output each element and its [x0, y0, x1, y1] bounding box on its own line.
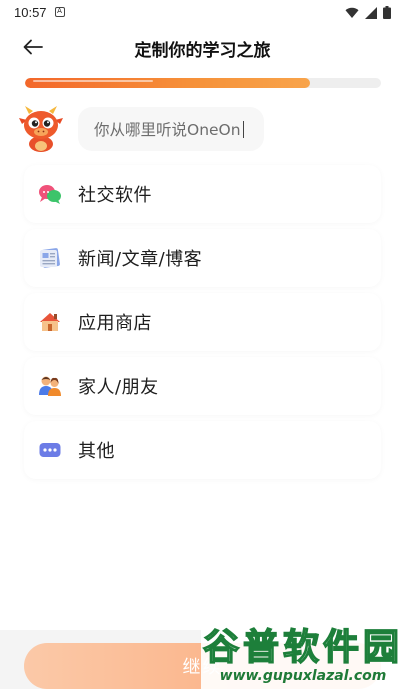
- signal-icon: [365, 6, 377, 19]
- option-label: 社交软件: [78, 185, 152, 206]
- notification-icon: A: [54, 7, 65, 17]
- option-label: 应用商店: [78, 313, 152, 334]
- progress-shine: [33, 80, 153, 82]
- page-title: 定制你的学习之旅: [134, 41, 271, 61]
- more-dots-icon: [38, 438, 62, 462]
- watermark-url: www.gupuxlazal.com: [219, 668, 387, 684]
- wifi-icon: [345, 7, 359, 18]
- option-other[interactable]: 其他: [24, 421, 381, 479]
- option-news-articles-blogs[interactable]: 新闻/文章/博客: [24, 229, 381, 287]
- progress-fill: [25, 78, 310, 88]
- question-text: 你从哪里听说OneOn: [94, 121, 241, 139]
- chat-bubbles-icon: [38, 182, 62, 206]
- option-app-store[interactable]: 应用商店: [24, 293, 381, 351]
- dragon-mascot-icon: [19, 104, 63, 152]
- status-icons: [345, 6, 391, 19]
- option-social-apps[interactable]: 社交软件: [24, 165, 381, 223]
- status-time: 10:57: [14, 4, 47, 20]
- progress-bar: [25, 78, 381, 88]
- option-label: 其他: [78, 441, 115, 462]
- newspaper-icon: [38, 246, 62, 270]
- question-bubble: 你从哪里听说OneOn: [78, 107, 264, 151]
- option-family-friends[interactable]: 家人/朋友: [24, 357, 381, 415]
- typing-caret: [242, 120, 245, 138]
- family-icon: [38, 374, 62, 398]
- option-label: 新闻/文章/博客: [78, 249, 203, 270]
- house-icon: [38, 310, 62, 334]
- battery-icon: [383, 6, 391, 19]
- option-label: 家人/朋友: [78, 377, 159, 398]
- status-bar: 10:57 A: [0, 0, 405, 24]
- top-bar: 定制你的学习之旅: [0, 30, 405, 64]
- watermark-title: 谷普软件园: [202, 626, 403, 669]
- watermark: 谷普软件园 www.gupuxlazal.com: [201, 616, 405, 689]
